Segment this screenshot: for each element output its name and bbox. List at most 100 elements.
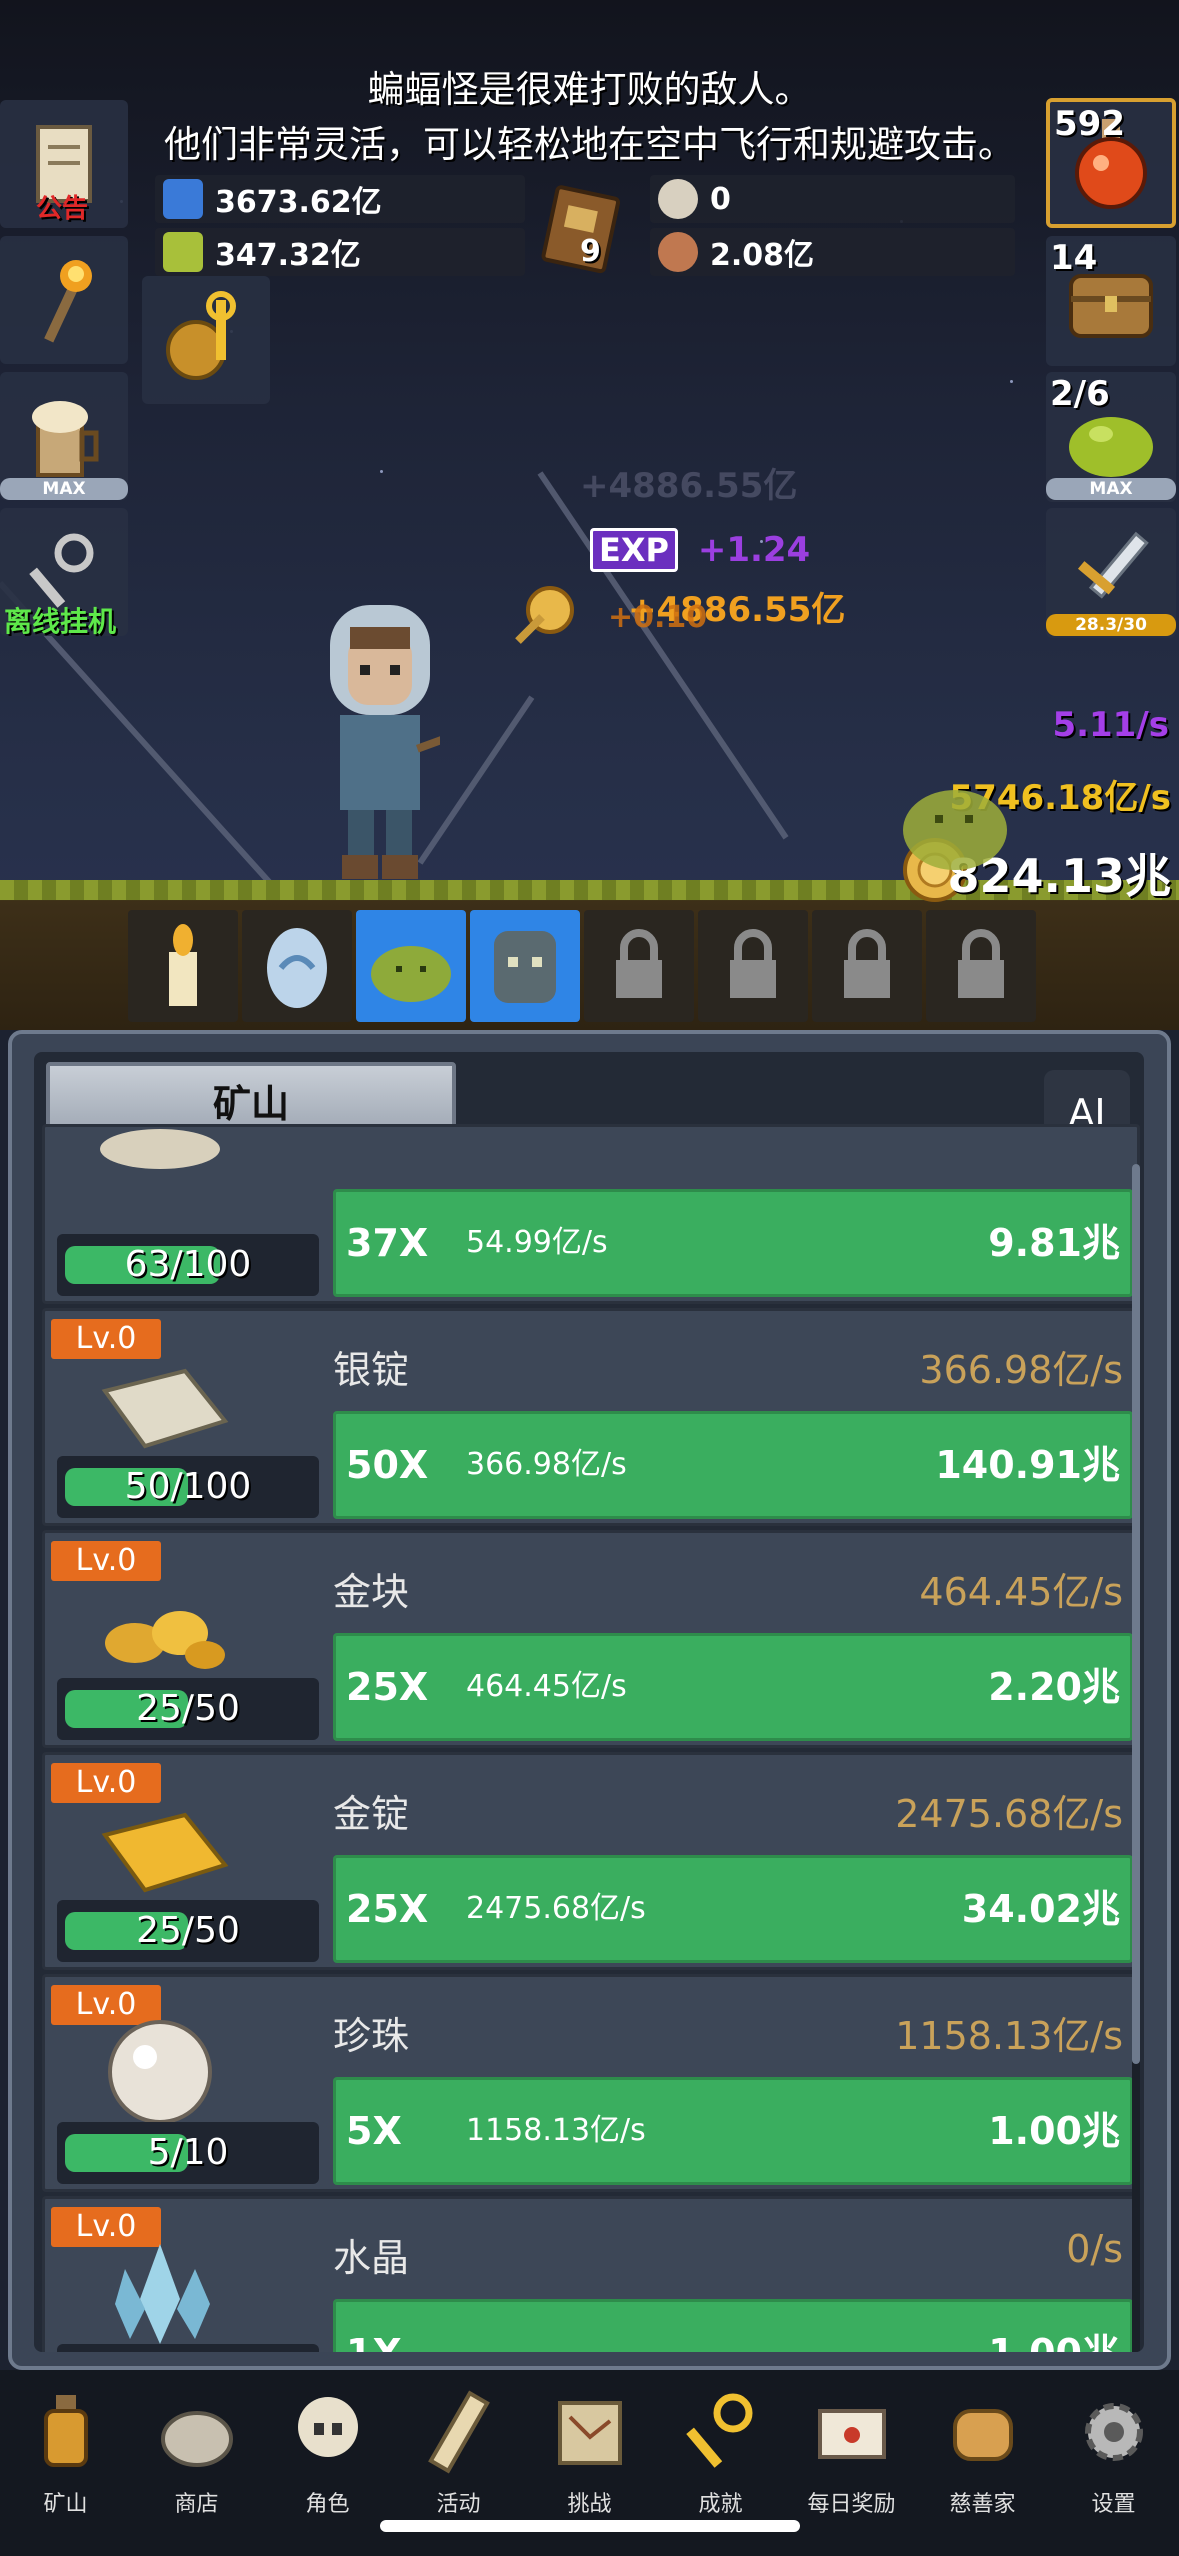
monster-slot-zombie[interactable]	[470, 910, 580, 1022]
nav-item[interactable]: 设置	[1048, 2370, 1179, 2556]
tip-line-2: 他们非常灵活，可以轻松地在空中飞行和规避攻击。	[164, 123, 1015, 166]
mine-item-row: 63/100 37X 54.99亿/s 9.81兆	[42, 1124, 1140, 1304]
monster-slot-locked[interactable]	[926, 910, 1036, 1022]
green-potion-amount: 347.32亿	[215, 238, 361, 273]
nav-label: 矿山	[43, 2492, 88, 2517]
notice-label: 公告	[36, 194, 89, 224]
scrollbar[interactable]	[1132, 1164, 1140, 2352]
notice-button[interactable]: 公告	[0, 100, 128, 228]
upgrade-button[interactable]: 5X 1158.13亿/s 1.00兆	[333, 2077, 1133, 2185]
nav-item[interactable]: 矿山	[0, 2370, 131, 2556]
upgrade-cost: 34.02兆	[961, 1887, 1120, 1931]
golden-key-icon	[166, 291, 236, 380]
item-name: 银锭	[333, 1348, 410, 1392]
spirit-egg-icon	[267, 928, 327, 1008]
mine-item-row: Lv.0 50/100 银锭 366.98亿/s 50X 366.98亿/s 140…	[42, 1308, 1140, 1526]
nav-label: 每日奖励	[807, 2492, 896, 2517]
item-progress: 5/10	[57, 2122, 319, 2184]
item-rate: 464.45亿/s	[919, 1570, 1123, 1614]
book-button[interactable]: 9	[530, 178, 640, 278]
meat-icon	[658, 232, 698, 272]
small-gain: +0.10	[608, 600, 708, 635]
nav-item[interactable]: 角色	[262, 2370, 393, 2556]
coin-bag-icon	[147, 2382, 247, 2482]
item-progress: 0/1	[57, 2344, 319, 2352]
upgrade-button[interactable]: 37X 54.99亿/s 9.81兆	[333, 1189, 1133, 1297]
nav-label: 角色	[305, 2492, 350, 2517]
multiplier: 37X	[346, 1221, 429, 1265]
upgrade-cost: 1.00兆	[988, 2109, 1120, 2153]
monster-slot-slime[interactable]	[356, 910, 466, 1022]
slime-monster	[903, 790, 1007, 870]
monster-slot-locked[interactable]	[698, 910, 808, 1022]
upgrade-button[interactable]: 50X 366.98亿/s 140.91兆	[333, 1411, 1133, 1519]
nav-item[interactable]: 每日奖励	[786, 2370, 917, 2556]
item-rate: 2475.68亿/s	[895, 1792, 1123, 1836]
beer-max-tag: MAX	[0, 478, 128, 500]
nav-item[interactable]: 慈善家	[917, 2370, 1048, 2556]
progress-text: 5/10	[147, 2132, 229, 2173]
upgrade-cost: 1.00兆	[988, 2302, 1120, 2352]
upgrade-button[interactable]: 25X 464.45亿/s 2.20兆	[333, 1633, 1133, 1741]
mine-panel: 矿山 AI 63/100 37X 54.99亿/s 9.81兆 Lv.0 50/1…	[8, 1030, 1171, 2370]
blue-potion-amount: 3673.62亿	[215, 185, 382, 220]
beer-button[interactable]: MAX	[0, 372, 128, 500]
zombie-head-icon	[494, 931, 556, 1003]
exp-rate: 5.11/s	[1052, 705, 1169, 745]
bar-rate: 1158.13亿/s	[466, 2113, 646, 2148]
blue-potion-resource: 3673.62亿	[155, 175, 525, 223]
monster-slot-candle[interactable]	[128, 910, 238, 1022]
silver-icon	[85, 1351, 235, 1461]
monster-slot-egg[interactable]	[242, 910, 352, 1022]
bar-rate: 54.99亿/s	[466, 1225, 608, 1260]
slime-icon	[371, 946, 451, 1002]
mine-panel-inner: 矿山 AI 63/100 37X 54.99亿/s 9.81兆 Lv.0 50/1…	[34, 1052, 1144, 2352]
monster-slot-locked[interactable]	[812, 910, 922, 1022]
slime-count: 2/6	[1050, 374, 1110, 414]
progress-text: 50/100	[124, 1466, 252, 1507]
upgrade-button[interactable]: 25X 2475.68亿/s 34.02兆	[333, 1855, 1133, 1963]
crystal-icon	[85, 2239, 235, 2349]
chest-button[interactable]: 14	[1046, 236, 1176, 366]
meat-resource: 2.08亿	[650, 228, 1015, 276]
multiplier: 1X	[346, 2302, 402, 2352]
upgrade-button[interactable]: 1X 1.00兆	[333, 2299, 1133, 2352]
lock-icon	[958, 929, 1004, 998]
nav-label: 慈善家	[949, 2492, 1016, 2517]
scroll-thumb[interactable]	[1132, 1164, 1140, 2064]
mine-item-row: Lv.0 0/1水晶0/s 1X 1.00兆	[42, 2196, 1140, 2352]
exp-badge: EXP	[590, 528, 678, 572]
lantern-icon	[16, 2382, 116, 2482]
stone-icon	[85, 1129, 235, 1239]
slime-button[interactable]: 2/6 MAX	[1046, 372, 1176, 502]
item-name: 珍珠	[333, 2014, 410, 2058]
stone-icon	[658, 179, 698, 219]
potion-count: 592	[1054, 104, 1125, 144]
mine-item-row: Lv.0 5/10 珍珠 1158.13亿/s 5X 1158.13亿/s 1.00…	[42, 1974, 1140, 2192]
torch-button[interactable]	[0, 236, 128, 364]
gold-sword-icon	[515, 586, 574, 644]
nav-item[interactable]: 商店	[131, 2370, 262, 2556]
potion-button[interactable]: 592	[1046, 98, 1176, 228]
nav-label: 成就	[698, 2492, 743, 2517]
map-icon	[540, 2382, 640, 2482]
exp-gain: EXP +1.24	[590, 528, 810, 572]
progress-text: 0/1	[57, 2344, 319, 2352]
book-count: 9	[580, 234, 601, 269]
item-rate: 366.98亿/s	[919, 1348, 1123, 1392]
nav-label: 活动	[436, 2492, 481, 2517]
lock-icon	[730, 929, 776, 998]
item-progress: 25/50	[57, 1900, 319, 1962]
offline-idle-button[interactable]: 离线挂机	[0, 508, 128, 638]
lock-icon	[616, 929, 662, 998]
monster-slot-locked[interactable]	[584, 910, 694, 1022]
key-icon	[671, 2382, 771, 2482]
mine-item-list: 63/100 37X 54.99亿/s 9.81兆 Lv.0 50/100 银锭 36…	[42, 1124, 1140, 2352]
progress-text: 25/50	[136, 1688, 240, 1729]
golden-key-button[interactable]	[142, 276, 270, 404]
game-scene: EXP +1.24 +4886.55亿 +4886.55亿 +0.10 5.11…	[0, 0, 1179, 1030]
rope	[537, 471, 789, 840]
bar-rate: 464.45亿/s	[466, 1669, 627, 1704]
sword-button[interactable]: 28.3/30	[1046, 508, 1176, 638]
nav-label: 设置	[1091, 2492, 1136, 2517]
